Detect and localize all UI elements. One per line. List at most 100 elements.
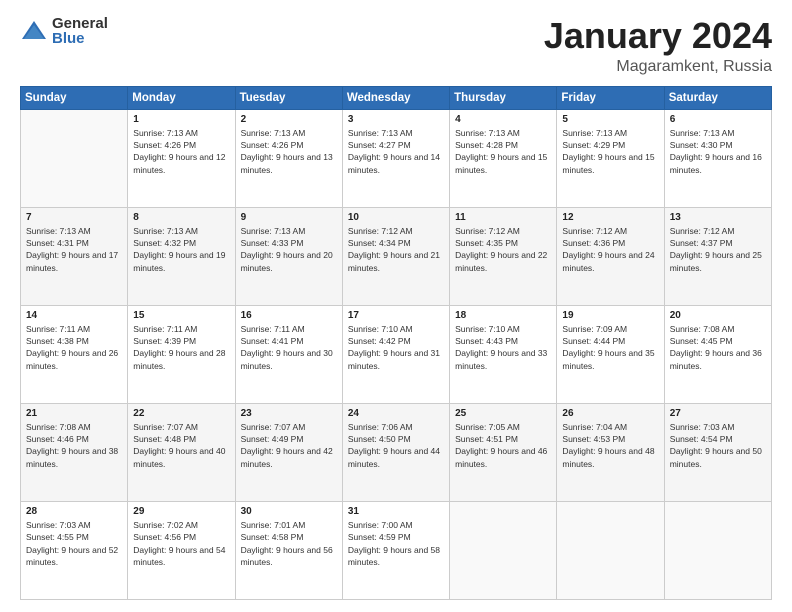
table-row: 31 Sunrise: 7:00 AMSunset: 4:59 PMDayligh… bbox=[342, 501, 449, 599]
calendar: Sunday Monday Tuesday Wednesday Thursday… bbox=[20, 86, 772, 600]
day-info: Sunrise: 7:01 AMSunset: 4:58 PMDaylight:… bbox=[241, 519, 337, 568]
calendar-table: Sunday Monday Tuesday Wednesday Thursday… bbox=[20, 86, 772, 600]
table-row: 23Sunrise: 7:07 AMSunset: 4:49 PMDayligh… bbox=[235, 403, 342, 501]
day-info: Sunrise: 7:07 AMSunset: 4:48 PMDaylight:… bbox=[133, 421, 229, 470]
day-info: Sunrise: 7:08 AMSunset: 4:45 PMDaylight:… bbox=[670, 323, 766, 372]
day-number: 6 bbox=[670, 114, 766, 125]
day-info: Sunrise: 7:04 AMSunset: 4:53 PMDaylight:… bbox=[562, 421, 658, 470]
day-info: Sunrise: 7:10 AMSunset: 4:43 PMDaylight:… bbox=[455, 323, 551, 372]
day-info: Sunrise: 7:13 AMSunset: 4:29 PMDaylight:… bbox=[562, 127, 658, 176]
table-row: 29Sunrise: 7:02 AMSunset: 4:56 PMDayligh… bbox=[128, 501, 235, 599]
table-row: 1 Sunrise: 7:13 AMSunset: 4:26 PMDaylight… bbox=[128, 109, 235, 207]
day-number: 30 bbox=[241, 506, 337, 517]
table-row: 11Sunrise: 7:12 AMSunset: 4:35 PMDayligh… bbox=[450, 207, 557, 305]
header-saturday: Saturday bbox=[664, 86, 771, 109]
table-row: 16Sunrise: 7:11 AMSunset: 4:41 PMDayligh… bbox=[235, 305, 342, 403]
table-row: 18 Sunrise: 7:10 AMSunset: 4:43 PMDayligh… bbox=[450, 305, 557, 403]
day-number: 29 bbox=[133, 506, 229, 517]
day-info: Sunrise: 7:10 AMSunset: 4:42 PMDaylight:… bbox=[348, 323, 444, 372]
day-info: Sunrise: 7:06 AMSunset: 4:50 PMDaylight:… bbox=[348, 421, 444, 470]
table-row: 8 Sunrise: 7:13 AMSunset: 4:32 PMDaylight… bbox=[128, 207, 235, 305]
day-info: Sunrise: 7:13 AMSunset: 4:32 PMDaylight:… bbox=[133, 225, 229, 274]
table-row: 30 Sunrise: 7:01 AMSunset: 4:58 PMDayligh… bbox=[235, 501, 342, 599]
table-row: 13 Sunrise: 7:12 AMSunset: 4:37 PMDayligh… bbox=[664, 207, 771, 305]
table-row: 27Sunrise: 7:03 AMSunset: 4:54 PMDayligh… bbox=[664, 403, 771, 501]
calendar-week-row: 28Sunrise: 7:03 AMSunset: 4:55 PMDayligh… bbox=[21, 501, 772, 599]
day-number: 18 bbox=[455, 310, 551, 321]
day-info: Sunrise: 7:12 AMSunset: 4:34 PMDaylight:… bbox=[348, 225, 444, 274]
calendar-week-row: 7 Sunrise: 7:13 AMSunset: 4:31 PMDaylight… bbox=[21, 207, 772, 305]
logo-text: General Blue bbox=[52, 16, 108, 46]
table-row: 15 Sunrise: 7:11 AMSunset: 4:39 PMDayligh… bbox=[128, 305, 235, 403]
table-row: 26 Sunrise: 7:04 AMSunset: 4:53 PMDayligh… bbox=[557, 403, 664, 501]
day-info: Sunrise: 7:12 AMSunset: 4:37 PMDaylight:… bbox=[670, 225, 766, 274]
day-number: 15 bbox=[133, 310, 229, 321]
table-row bbox=[21, 109, 128, 207]
table-row: 9Sunrise: 7:13 AMSunset: 4:33 PMDaylight… bbox=[235, 207, 342, 305]
day-number: 7 bbox=[26, 212, 122, 223]
day-number: 12 bbox=[562, 212, 658, 223]
table-row: 5 Sunrise: 7:13 AMSunset: 4:29 PMDaylight… bbox=[557, 109, 664, 207]
header-friday: Friday bbox=[557, 86, 664, 109]
day-number: 17 bbox=[348, 310, 444, 321]
header-sunday: Sunday bbox=[21, 86, 128, 109]
day-info: Sunrise: 7:12 AMSunset: 4:36 PMDaylight:… bbox=[562, 225, 658, 274]
title-month: January 2024 bbox=[544, 16, 772, 56]
day-info: Sunrise: 7:11 AMSunset: 4:39 PMDaylight:… bbox=[133, 323, 229, 372]
day-number: 21 bbox=[26, 408, 122, 419]
table-row: 21 Sunrise: 7:08 AMSunset: 4:46 PMDayligh… bbox=[21, 403, 128, 501]
calendar-week-row: 14 Sunrise: 7:11 AMSunset: 4:38 PMDayligh… bbox=[21, 305, 772, 403]
table-row: 3Sunrise: 7:13 AMSunset: 4:27 PMDaylight… bbox=[342, 109, 449, 207]
weekday-header-row: Sunday Monday Tuesday Wednesday Thursday… bbox=[21, 86, 772, 109]
day-info: Sunrise: 7:03 AMSunset: 4:55 PMDaylight:… bbox=[26, 519, 122, 568]
table-row: 25Sunrise: 7:05 AMSunset: 4:51 PMDayligh… bbox=[450, 403, 557, 501]
logo-general-label: General bbox=[52, 16, 108, 31]
day-number: 10 bbox=[348, 212, 444, 223]
table-row: 17 Sunrise: 7:10 AMSunset: 4:42 PMDayligh… bbox=[342, 305, 449, 403]
table-row: 28Sunrise: 7:03 AMSunset: 4:55 PMDayligh… bbox=[21, 501, 128, 599]
day-number: 9 bbox=[241, 212, 337, 223]
day-info: Sunrise: 7:11 AMSunset: 4:38 PMDaylight:… bbox=[26, 323, 122, 372]
day-number: 24 bbox=[348, 408, 444, 419]
title-location: Magaramkent, Russia bbox=[544, 58, 772, 76]
day-info: Sunrise: 7:13 AMSunset: 4:26 PMDaylight:… bbox=[241, 127, 337, 176]
table-row: 24 Sunrise: 7:06 AMSunset: 4:50 PMDayligh… bbox=[342, 403, 449, 501]
day-number: 5 bbox=[562, 114, 658, 125]
day-number: 13 bbox=[670, 212, 766, 223]
table-row: 19Sunrise: 7:09 AMSunset: 4:44 PMDayligh… bbox=[557, 305, 664, 403]
day-info: Sunrise: 7:13 AMSunset: 4:31 PMDaylight:… bbox=[26, 225, 122, 274]
day-info: Sunrise: 7:13 AMSunset: 4:26 PMDaylight:… bbox=[133, 127, 229, 176]
table-row: 6Sunrise: 7:13 AMSunset: 4:30 PMDaylight… bbox=[664, 109, 771, 207]
calendar-week-row: 21 Sunrise: 7:08 AMSunset: 4:46 PMDayligh… bbox=[21, 403, 772, 501]
table-row bbox=[664, 501, 771, 599]
day-info: Sunrise: 7:08 AMSunset: 4:46 PMDaylight:… bbox=[26, 421, 122, 470]
table-row bbox=[450, 501, 557, 599]
table-row: 12 Sunrise: 7:12 AMSunset: 4:36 PMDayligh… bbox=[557, 207, 664, 305]
day-info: Sunrise: 7:11 AMSunset: 4:41 PMDaylight:… bbox=[241, 323, 337, 372]
page: General Blue January 2024 Magaramkent, R… bbox=[0, 0, 792, 612]
day-info: Sunrise: 7:13 AMSunset: 4:28 PMDaylight:… bbox=[455, 127, 551, 176]
day-number: 25 bbox=[455, 408, 551, 419]
table-row bbox=[557, 501, 664, 599]
day-number: 19 bbox=[562, 310, 658, 321]
day-number: 22 bbox=[133, 408, 229, 419]
day-number: 26 bbox=[562, 408, 658, 419]
logo: General Blue bbox=[20, 16, 108, 46]
header-tuesday: Tuesday bbox=[235, 86, 342, 109]
day-number: 4 bbox=[455, 114, 551, 125]
day-number: 8 bbox=[133, 212, 229, 223]
table-row: 10 Sunrise: 7:12 AMSunset: 4:34 PMDayligh… bbox=[342, 207, 449, 305]
day-number: 14 bbox=[26, 310, 122, 321]
table-row: 14 Sunrise: 7:11 AMSunset: 4:38 PMDayligh… bbox=[21, 305, 128, 403]
calendar-week-row: 1 Sunrise: 7:13 AMSunset: 4:26 PMDaylight… bbox=[21, 109, 772, 207]
day-info: Sunrise: 7:12 AMSunset: 4:35 PMDaylight:… bbox=[455, 225, 551, 274]
header-monday: Monday bbox=[128, 86, 235, 109]
day-number: 23 bbox=[241, 408, 337, 419]
day-number: 1 bbox=[133, 114, 229, 125]
table-row: 4 Sunrise: 7:13 AMSunset: 4:28 PMDaylight… bbox=[450, 109, 557, 207]
table-row: 7 Sunrise: 7:13 AMSunset: 4:31 PMDaylight… bbox=[21, 207, 128, 305]
day-info: Sunrise: 7:00 AMSunset: 4:59 PMDaylight:… bbox=[348, 519, 444, 568]
day-number: 3 bbox=[348, 114, 444, 125]
day-number: 31 bbox=[348, 506, 444, 517]
header-thursday: Thursday bbox=[450, 86, 557, 109]
